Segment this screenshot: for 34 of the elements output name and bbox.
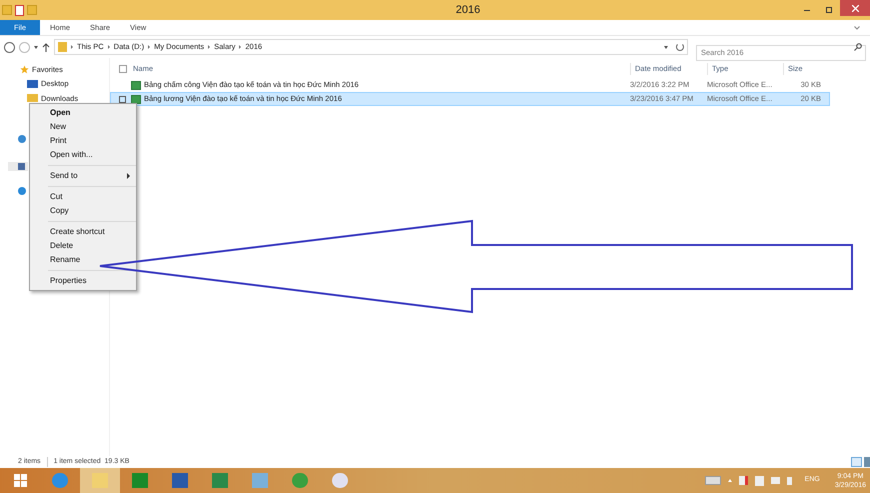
close-button[interactable] [840, 0, 870, 16]
menu-item[interactable]: New [30, 120, 136, 134]
menu-item[interactable]: Send to [30, 169, 136, 183]
menu-item[interactable]: Delete [30, 239, 136, 253]
menu-item[interactable]: Open [30, 106, 136, 120]
breadcrumb-arrow-icon [239, 45, 242, 49]
breadcrumb-arrow-icon [208, 45, 210, 49]
show-hidden-icons-icon[interactable] [728, 479, 732, 482]
dropdown-icon[interactable] [664, 46, 668, 48]
menu-item[interactable]: Copy [30, 204, 136, 218]
menu-item[interactable]: Rename [30, 253, 136, 267]
search-icon [854, 43, 862, 51]
recent-locations-icon[interactable] [34, 46, 38, 48]
menu-item[interactable]: Cut [30, 190, 136, 204]
chevron-down-icon[interactable] [854, 26, 860, 30]
breadcrumb-arrow-icon [108, 45, 110, 49]
details-view-icon [851, 457, 862, 467]
menu-item[interactable]: Open with... [30, 148, 136, 162]
document-icon [15, 4, 24, 16]
refresh-icon[interactable] [676, 43, 684, 51]
menu-item[interactable]: Create shortcut [30, 225, 136, 239]
up-icon[interactable] [42, 42, 50, 52]
submenu-arrow-icon [127, 173, 130, 179]
menu-item[interactable]: Print [30, 134, 136, 148]
window-title: 2016 [454, 2, 482, 18]
close-icon [852, 4, 858, 12]
back-icon [4, 42, 15, 52]
menu-item[interactable]: Properties [30, 274, 136, 288]
star-icon [20, 65, 29, 74]
select-all-checkbox[interactable] [119, 65, 127, 73]
forward-icon [19, 42, 30, 52]
breadcrumb-arrow-icon [71, 45, 73, 49]
keyboard-icon [704, 476, 721, 485]
breadcrumb-arrow-icon [148, 45, 150, 49]
